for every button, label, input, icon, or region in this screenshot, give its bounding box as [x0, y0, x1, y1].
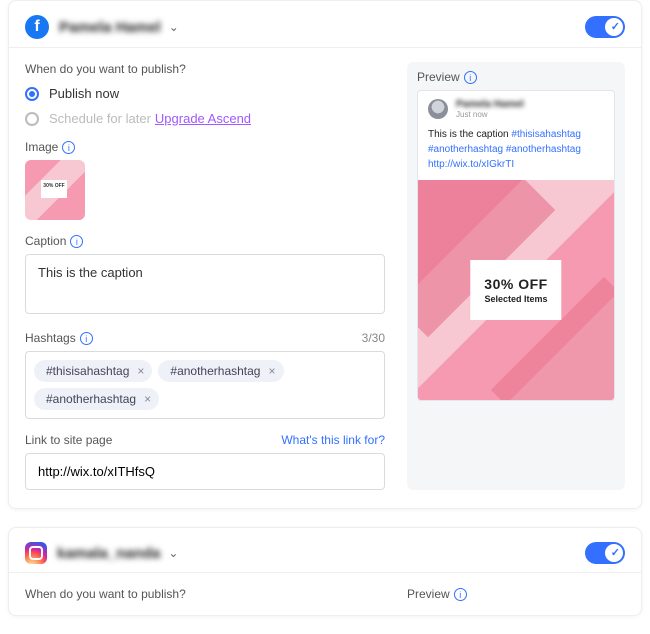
info-icon[interactable]: i: [454, 588, 467, 601]
instagram-icon: [25, 542, 47, 564]
image-label: Imagei: [25, 140, 385, 154]
caption-input[interactable]: This is the caption: [25, 254, 385, 314]
image-thumbnail[interactable]: 30% OFF: [25, 160, 85, 220]
radio-icon: [25, 112, 39, 126]
preview-label: Previewi: [417, 70, 615, 84]
hashtag-counter: 3/30: [362, 331, 385, 345]
link-label-row: Link to site page What's this link for?: [25, 433, 385, 447]
account-name[interactable]: Pamela Hamel: [59, 19, 161, 36]
preview-image: 30% OFF Selected Items: [418, 180, 614, 400]
preview-label: Previewi: [407, 587, 625, 601]
preview-timestamp: Just now: [456, 110, 524, 119]
promo-box: 30% OFF Selected Items: [470, 260, 561, 320]
hashtag-chip[interactable]: #thisisahashtag×: [34, 360, 152, 382]
card-body: When do you want to publish? Previewi: [9, 573, 641, 615]
preview-header-row: Pamela Hamel Just now: [418, 91, 614, 127]
hashtags-label: Hashtagsi 3/30: [25, 331, 385, 345]
publish-now-option[interactable]: Publish now: [25, 86, 385, 101]
card-header: f Pamela Hamel ⌄ ✓: [9, 1, 641, 47]
preview-column: Previewi: [407, 587, 625, 611]
schedule-later-label: Schedule for later: [49, 111, 151, 126]
caption-label: Captioni: [25, 234, 385, 248]
chevron-down-icon[interactable]: ⌄: [168, 546, 178, 560]
publish-question: When do you want to publish?: [25, 62, 385, 76]
radio-icon: [25, 87, 39, 101]
facebook-icon: f: [25, 15, 49, 39]
remove-icon[interactable]: ×: [268, 364, 275, 378]
schedule-later-option: Schedule for later Upgrade Ascend: [25, 111, 385, 126]
info-icon[interactable]: i: [464, 71, 477, 84]
form-column: When do you want to publish? Publish now…: [25, 62, 385, 490]
facebook-card: f Pamela Hamel ⌄ ✓ When do you want to p…: [8, 0, 642, 509]
hashtag-chip[interactable]: #anotherhashtag×: [34, 388, 159, 410]
avatar: [428, 99, 448, 119]
info-icon[interactable]: i: [62, 141, 75, 154]
hashtag-chip[interactable]: #anotherhashtag×: [158, 360, 283, 382]
card-body: When do you want to publish? Publish now…: [9, 48, 641, 508]
form-column: When do you want to publish?: [25, 587, 385, 611]
preview-column: Previewi Pamela Hamel Just now This is t…: [407, 62, 625, 490]
card-header: kamala_nanda ⌄ ✓: [9, 528, 641, 572]
instagram-card: kamala_nanda ⌄ ✓ When do you want to pub…: [8, 527, 642, 616]
preview-card: Pamela Hamel Just now This is the captio…: [417, 90, 615, 401]
chevron-down-icon[interactable]: ⌄: [169, 20, 179, 34]
preview-text: This is the caption #thisisahashtag #ano…: [418, 127, 614, 180]
info-icon[interactable]: i: [80, 332, 93, 345]
publish-question: When do you want to publish?: [25, 587, 385, 601]
enable-toggle[interactable]: ✓: [585, 16, 625, 38]
link-input[interactable]: [25, 453, 385, 490]
upgrade-link[interactable]: Upgrade Ascend: [155, 111, 251, 126]
remove-icon[interactable]: ×: [137, 364, 144, 378]
remove-icon[interactable]: ×: [144, 392, 151, 406]
hashtags-input[interactable]: #thisisahashtag× #anotherhashtag× #anoth…: [25, 351, 385, 419]
account-name[interactable]: kamala_nanda: [57, 545, 160, 562]
enable-toggle[interactable]: ✓: [585, 542, 625, 564]
preview-account-name: Pamela Hamel: [456, 99, 524, 110]
info-icon[interactable]: i: [70, 235, 83, 248]
link-label: Link to site page: [25, 433, 112, 447]
link-help[interactable]: What's this link for?: [281, 433, 385, 447]
publish-now-label: Publish now: [49, 86, 119, 101]
